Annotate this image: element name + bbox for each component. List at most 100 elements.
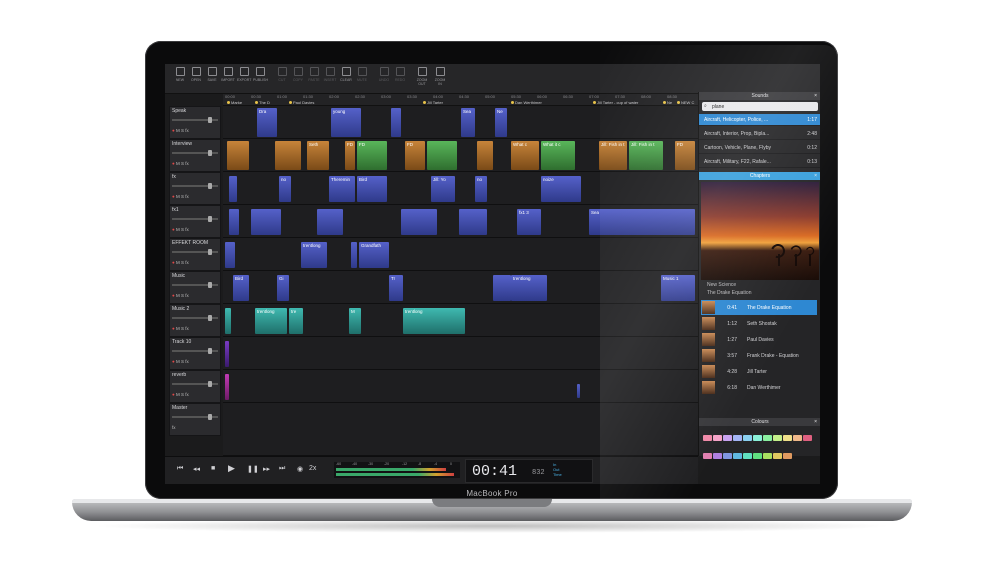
audio-clip[interactable] (229, 209, 239, 235)
colour-swatch[interactable] (733, 435, 742, 441)
audio-clip[interactable]: FD (357, 141, 387, 170)
chapter-item[interactable]: 1:27 Paul Davies (701, 332, 817, 347)
audio-clip[interactable]: Bird (233, 275, 249, 301)
track-header[interactable]: Master fx (169, 403, 221, 436)
track-buttons[interactable]: ● M S fx (172, 392, 189, 397)
audio-clip[interactable]: no (475, 176, 487, 202)
cut-button[interactable]: CUT (275, 67, 289, 82)
colour-swatch[interactable] (793, 435, 802, 441)
track-buttons[interactable]: ● M S fx (172, 260, 189, 265)
track-lane-fx[interactable]: no Theremin Bird Jill: Yo no noize (223, 172, 698, 205)
colour-swatch[interactable] (763, 435, 772, 441)
audio-clip[interactable]: Dra (257, 108, 277, 137)
audio-clip[interactable]: FD (345, 141, 355, 170)
track-header[interactable]: fx ● M S fx (169, 172, 221, 205)
sound-result[interactable]: Aircraft, Helicopter, Police, ... 1:17 (699, 114, 820, 126)
audio-clip[interactable]: Theremin (329, 176, 355, 202)
track-header[interactable]: reverb ● M S fx (169, 370, 221, 403)
chapter-marker[interactable]: Marke (227, 100, 242, 105)
chapter-marker[interactable]: NEW C (677, 100, 694, 105)
speed-selector[interactable]: 2x (309, 465, 316, 472)
colour-swatch[interactable] (703, 453, 712, 459)
audio-clip[interactable]: Jill: Fish in t (599, 141, 627, 170)
audio-clip[interactable]: noize (541, 176, 581, 202)
audio-clip[interactable] (401, 209, 437, 235)
track-buttons[interactable]: ● M S fx (172, 293, 189, 298)
track-lane-effekt-room[interactable]: trentlong Grandfath (223, 238, 698, 271)
audio-clip[interactable]: M (349, 308, 361, 334)
audio-clip[interactable] (275, 141, 301, 170)
audio-clip[interactable]: FD (675, 141, 695, 170)
export-button[interactable]: EXPORT (237, 67, 251, 82)
track-header[interactable]: Track 10 ● M S fx (169, 337, 221, 370)
audio-clip[interactable] (225, 374, 229, 400)
track-buttons[interactable]: ● M S fx (172, 326, 189, 331)
rewind-icon[interactable]: ◂◂ (193, 465, 200, 473)
chapter-marker[interactable]: Dan Werthimer (511, 100, 542, 105)
track-buttons[interactable]: ● M S fx (172, 194, 189, 199)
timecode-mode[interactable]: In Out Time (553, 462, 562, 477)
pause-icon[interactable]: ❚❚ (247, 465, 259, 473)
colour-swatch[interactable] (733, 453, 742, 459)
colour-swatch[interactable] (713, 435, 722, 441)
volume-slider[interactable] (172, 381, 218, 387)
timeline-ruler[interactable]: 00:00 00:30 01:00 01:30 02:00 02:30 03:0… (223, 94, 698, 106)
track-header[interactable]: fx1 ● M S fx (169, 205, 221, 238)
colour-swatch[interactable] (713, 453, 722, 459)
copy-button[interactable]: COPY (291, 67, 305, 82)
volume-slider[interactable] (172, 117, 218, 123)
mute-button[interactable]: MUTE (355, 67, 369, 82)
track-lane-reverb[interactable] (223, 370, 698, 403)
track-lane-music[interactable]: Bird Gi Tr trentlong Music 1 (223, 271, 698, 304)
volume-slider[interactable] (172, 150, 218, 156)
insert-button[interactable]: INSERT (323, 67, 337, 82)
audio-clip[interactable]: Bird (357, 176, 387, 202)
audio-clip[interactable] (225, 341, 229, 367)
track-header[interactable]: Music ● M S fx (169, 271, 221, 304)
colour-swatch[interactable] (773, 435, 782, 441)
sound-result[interactable]: Aircraft, Military, F22, Rafale... 0:13 (699, 156, 820, 168)
paste-button[interactable]: PASTE (307, 67, 321, 82)
volume-slider[interactable] (172, 414, 218, 420)
chapter-item[interactable]: 0:41 The Drake Equation (701, 300, 817, 315)
track-lane-master[interactable] (223, 403, 698, 456)
track-lane-track-10[interactable] (223, 337, 698, 370)
colour-swatch[interactable] (743, 435, 752, 441)
volume-slider[interactable] (172, 249, 218, 255)
audio-clip[interactable]: Sea (589, 209, 695, 235)
audio-clip[interactable]: Gi (277, 275, 289, 301)
new-button[interactable]: NEW (173, 67, 187, 82)
audio-clip[interactable]: Sea (461, 108, 475, 137)
audio-clip[interactable] (493, 275, 511, 301)
track-header[interactable]: Interview ● M S fx (169, 139, 221, 172)
forward-icon[interactable]: ▸▸ (263, 465, 270, 473)
colour-swatch[interactable] (773, 453, 782, 459)
track-lane-interview[interactable]: Seth FD FD FD What c What it c Jill: Fis… (223, 139, 698, 172)
audio-clip[interactable] (427, 141, 457, 170)
audio-clip[interactable] (251, 209, 281, 235)
audio-clip[interactable]: young (331, 108, 361, 137)
audio-clip[interactable]: trentlong (403, 308, 465, 334)
close-icon[interactable]: × (814, 172, 817, 180)
volume-slider[interactable] (172, 183, 218, 189)
colour-swatch[interactable] (783, 435, 792, 441)
colour-swatch[interactable] (763, 453, 772, 459)
chapter-marker[interactable]: Jill Tarter - cup of water (593, 100, 638, 105)
import-button[interactable]: IMPORT (221, 67, 235, 82)
track-header[interactable]: EFFEKT ROOM ● M S fx (169, 238, 221, 271)
audio-clip[interactable]: trentlong (511, 275, 547, 301)
colour-swatch[interactable] (783, 453, 792, 459)
chapter-item[interactable]: 3:57 Frank Drake - Equation (701, 348, 817, 363)
audio-clip[interactable]: no (279, 176, 291, 202)
chapter-item[interactable]: 1:12 Seth Shostak (701, 316, 817, 331)
audio-clip[interactable]: Grandfath (359, 242, 389, 268)
audio-clip[interactable] (229, 176, 237, 202)
save-button[interactable]: SAVE (205, 67, 219, 82)
chapter-marker[interactable]: The D (255, 100, 270, 105)
track-buttons[interactable]: ● M S fx (172, 227, 189, 232)
colour-swatch[interactable] (803, 435, 812, 441)
audio-clip[interactable]: tre (289, 308, 303, 334)
clear-button[interactable]: CLEAR (339, 67, 353, 82)
zoom-in-button[interactable]: ZOOM IN (433, 67, 447, 86)
audio-clip[interactable] (227, 141, 249, 170)
